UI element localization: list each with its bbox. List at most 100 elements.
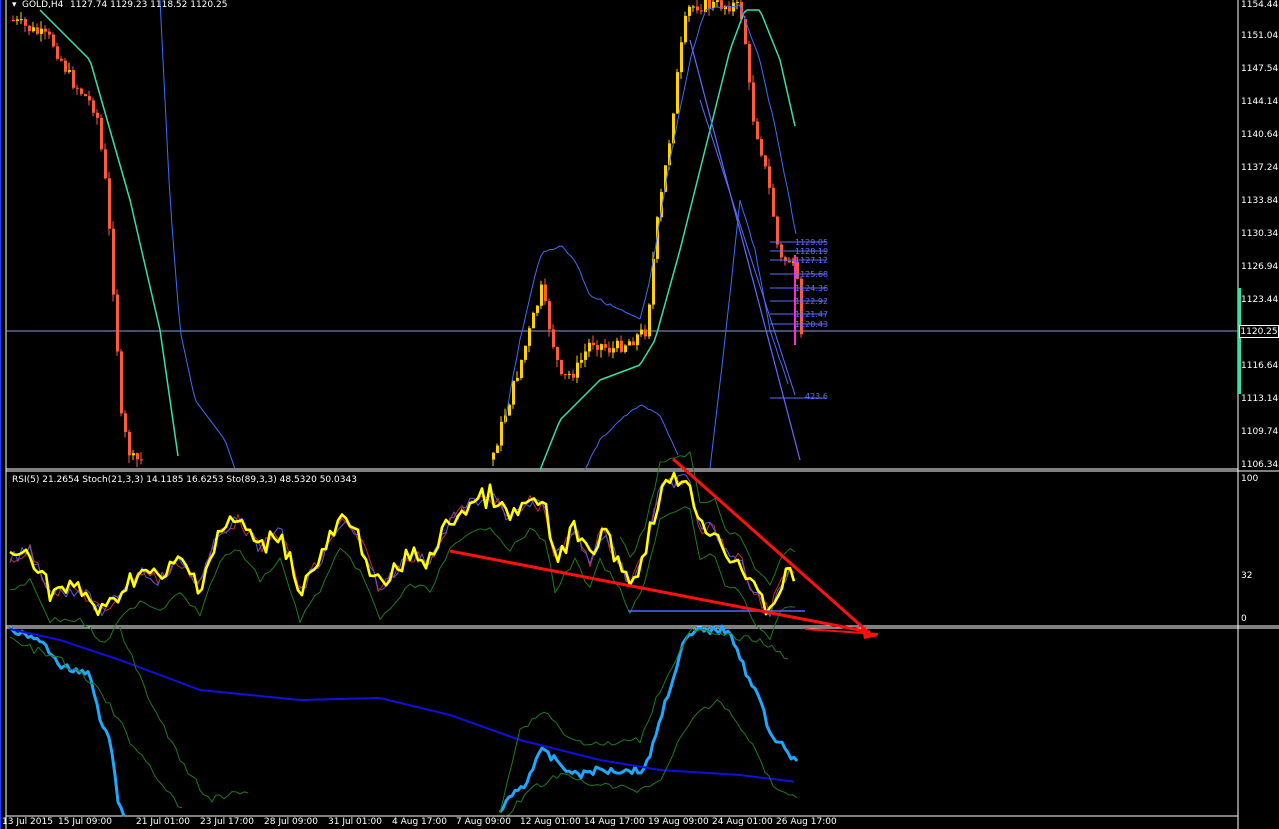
price-tick-label: 1106.34 xyxy=(1241,460,1279,470)
candle-body xyxy=(132,453,135,456)
osc-level-32: 32 xyxy=(1241,571,1253,581)
time-tick-label: 15 Jul 09:00 xyxy=(58,817,112,827)
candle-body xyxy=(608,347,611,353)
candle-body xyxy=(788,260,791,263)
candle-body xyxy=(108,178,111,229)
candle-body xyxy=(772,187,775,217)
candle-body xyxy=(32,27,35,32)
candle-body xyxy=(604,344,607,348)
osc-level-100: 100 xyxy=(1241,474,1259,484)
candle-body xyxy=(692,6,695,8)
candle-body xyxy=(584,351,587,360)
candle-body xyxy=(124,413,127,433)
candle-body xyxy=(120,351,123,414)
candle-body xyxy=(16,19,19,21)
price-tick-label: 1144.14 xyxy=(1241,97,1279,107)
candle-body xyxy=(76,87,79,89)
candle-body xyxy=(128,432,131,456)
candle-body xyxy=(104,149,107,179)
price-tick-label: 1140.64 xyxy=(1241,130,1279,140)
time-tick-label: 19 Aug 09:00 xyxy=(648,817,709,827)
candle-body xyxy=(68,70,71,72)
fib-level-label: 1128.19 xyxy=(795,247,829,256)
candle-body xyxy=(696,6,699,11)
candle-body xyxy=(580,359,583,363)
lower-indicator-line xyxy=(498,624,799,814)
candle-body xyxy=(60,58,63,61)
candle-body xyxy=(112,228,115,295)
candle-body xyxy=(92,100,95,113)
bollinger-band-line xyxy=(159,0,236,470)
time-tick-label: 31 Jul 01:00 xyxy=(328,817,382,827)
candle-body xyxy=(96,112,99,118)
candle-body xyxy=(36,27,39,34)
time-tick-label: 12 Aug 01:00 xyxy=(520,817,581,827)
candle-body xyxy=(552,329,555,348)
candle-body xyxy=(572,373,575,378)
candle-body xyxy=(628,341,631,346)
candle-body xyxy=(496,445,499,453)
osc-level-0: 0 xyxy=(1241,614,1247,624)
fib-level-label: 1124.36 xyxy=(795,284,829,293)
slow-stochastic-line xyxy=(9,506,796,643)
candle-body xyxy=(532,312,535,329)
fib-level-label: 423.6 xyxy=(805,392,828,401)
caret-down-icon[interactable]: ▾ xyxy=(12,0,17,11)
candle-body xyxy=(140,459,143,461)
candle-body xyxy=(80,88,83,95)
candle-body xyxy=(600,344,603,350)
candle-body xyxy=(536,305,539,313)
candle-body xyxy=(84,94,87,97)
candle-body xyxy=(748,44,751,83)
candle-body xyxy=(520,359,523,378)
bollinger-band-line xyxy=(504,4,797,422)
price-tick-label: 1109.74 xyxy=(1241,427,1279,437)
candle-body xyxy=(624,345,627,352)
price-tick-label: 1116.64 xyxy=(1241,361,1279,371)
candle-body xyxy=(508,404,511,416)
candle-body xyxy=(568,373,571,375)
time-tick-label: 28 Jul 09:00 xyxy=(264,817,318,827)
fib-level-label: 1121.47 xyxy=(795,310,829,319)
moving-average-line xyxy=(539,9,796,471)
lower-band-line xyxy=(9,636,183,809)
candle-body xyxy=(620,340,623,352)
candle-body xyxy=(648,304,651,337)
chart-canvas[interactable] xyxy=(0,0,1279,829)
candle-body xyxy=(72,70,75,88)
candle-body xyxy=(644,329,647,337)
trendline xyxy=(449,549,871,634)
candle-body xyxy=(492,452,495,460)
candle-body xyxy=(500,421,503,446)
time-tick-label: 4 Aug 17:00 xyxy=(392,817,447,827)
candle-body xyxy=(640,329,643,335)
candle-body xyxy=(556,347,559,361)
candle-body xyxy=(776,216,779,245)
price-tick-label: 1133.84 xyxy=(1241,196,1279,206)
candle-body xyxy=(576,362,579,378)
candle-body xyxy=(44,28,47,32)
candle-body xyxy=(612,348,615,353)
candle-body xyxy=(616,340,619,349)
candle-body xyxy=(12,20,15,21)
candle-body xyxy=(100,117,103,150)
time-tick-label: 7 Aug 09:00 xyxy=(456,817,511,827)
lower-ma-line xyxy=(9,628,795,783)
candle-body xyxy=(40,28,43,34)
time-tick-label: 21 Jul 01:00 xyxy=(136,817,190,827)
candle-body xyxy=(676,72,679,114)
candle-body xyxy=(88,96,91,101)
candle-body xyxy=(116,294,119,352)
chart-window[interactable]: ▾ GOLD,H4 1127.74 1129.23 1118.52 1120.2… xyxy=(0,0,1279,829)
time-tick-label: 24 Aug 01:00 xyxy=(712,817,773,827)
candle-body xyxy=(716,0,719,2)
candle-body xyxy=(64,60,67,72)
candle-body xyxy=(512,380,515,405)
candle-body xyxy=(544,284,547,302)
price-tick-label: 1151.04 xyxy=(1241,31,1279,41)
candle-body xyxy=(560,360,563,375)
price-tick-label: 1130.34 xyxy=(1241,229,1279,239)
candle-body xyxy=(28,25,31,32)
candle-body xyxy=(596,345,599,350)
price-tick-label: 1126.94 xyxy=(1241,262,1279,272)
